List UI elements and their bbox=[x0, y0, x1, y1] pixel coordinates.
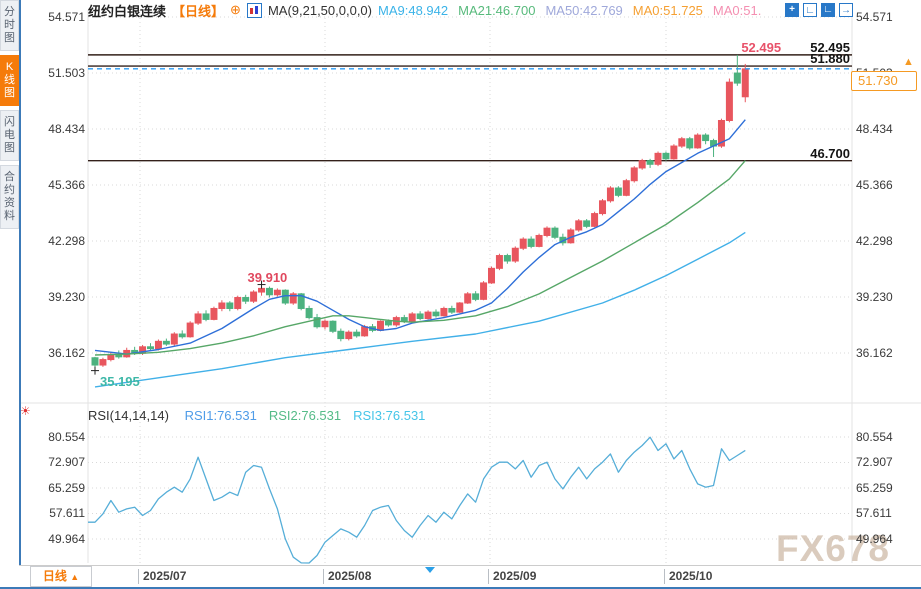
rsi-header: RSI(14,14,14) RSI1:76.531 RSI2:76.531 RSI3… bbox=[88, 408, 425, 423]
rsi-axis-label: 65.259 bbox=[30, 482, 85, 495]
ma-value: MA21:46.700 bbox=[458, 3, 535, 18]
price-annotation: 39.910 bbox=[248, 270, 288, 285]
price-annotation: 52.495 bbox=[741, 40, 781, 55]
sidebar-divider bbox=[19, 0, 21, 589]
rsi-axis-label: 80.554 bbox=[30, 431, 85, 444]
chart-toolbar: + ∟ ∟ → bbox=[785, 3, 853, 17]
ma-values: MA9:48.942 MA21:46.700 MA50:42.769 MA0:51.7… bbox=[378, 3, 771, 18]
chart-header: 纽约白银连续 【日线】 ⊕ MA(9,21,50,0,0,0) MA9:48.9… bbox=[88, 1, 771, 19]
rsi-axis-label: 65.259 bbox=[856, 482, 916, 495]
y-axis-label: 39.230 bbox=[30, 291, 85, 304]
y-axis-label: 54.571 bbox=[856, 11, 916, 24]
period-arrow-icon: ▲ bbox=[70, 572, 79, 582]
rsi-axis-label: 80.554 bbox=[856, 431, 916, 444]
y-axis-label: 36.162 bbox=[30, 347, 85, 360]
period-label: 日线 bbox=[43, 569, 67, 583]
rsi-value: RSI3:76.531 bbox=[353, 408, 425, 423]
x-axis-label: 2025/10 bbox=[664, 569, 712, 584]
sidebar: 分时图 K线图 闪电图 合约资料 bbox=[0, 0, 19, 589]
pan-icon[interactable]: + bbox=[785, 3, 799, 17]
sidebar-tab-lightning-chart[interactable]: 闪电图 bbox=[0, 110, 19, 161]
y-axis-label: 51.503 bbox=[30, 67, 85, 80]
rsi-axis-label: 49.964 bbox=[856, 533, 916, 546]
y-axis-label: 48.434 bbox=[856, 123, 916, 136]
rsi-axis-label: 72.907 bbox=[30, 456, 85, 469]
move-axis-icon[interactable]: ∟ bbox=[821, 3, 835, 17]
level-price-label: 46.700 bbox=[760, 147, 850, 160]
y-axis-label: 48.434 bbox=[30, 123, 85, 136]
add-indicator-icon[interactable]: ⊕ bbox=[230, 2, 241, 18]
x-axis-bar: 日线 ▲ 2025/07 2025/08 2025/09 2025/10 bbox=[19, 565, 921, 588]
ma-value: MA0:51.725 bbox=[633, 3, 703, 18]
rsi-axis-label: 72.907 bbox=[856, 456, 916, 469]
symbol-name: 纽约白银连续 bbox=[88, 1, 166, 20]
current-price-tag: 51.730 bbox=[851, 71, 917, 91]
y-axis-label: 42.298 bbox=[856, 235, 916, 248]
rsi-chart-area[interactable] bbox=[88, 428, 852, 563]
indicator-settings-icon[interactable]: ☀ bbox=[20, 404, 31, 418]
price-up-arrow-icon: ▲ bbox=[903, 56, 914, 68]
y-axis-label: 54.571 bbox=[30, 11, 85, 24]
rsi-value: RSI1:76.531 bbox=[185, 408, 257, 423]
period-selector[interactable]: 日线 ▲ bbox=[30, 566, 92, 587]
y-axis-label: 45.366 bbox=[30, 179, 85, 192]
y-axis-label: 45.366 bbox=[856, 179, 916, 192]
rsi-axis-label: 57.611 bbox=[856, 507, 916, 520]
detach-icon[interactable]: → bbox=[839, 3, 853, 17]
rsi-title: RSI(14,14,14) bbox=[88, 408, 169, 423]
price-annotation: 35.195 bbox=[100, 374, 140, 389]
rsi-value: RSI2:76.531 bbox=[269, 408, 341, 423]
period-tag[interactable]: 【日线】 bbox=[172, 1, 224, 20]
ma-settings-icon[interactable] bbox=[247, 3, 262, 18]
sidebar-tab-time-chart[interactable]: 分时图 bbox=[0, 0, 19, 51]
y-axis-label: 39.230 bbox=[856, 291, 916, 304]
main-chart-area[interactable] bbox=[88, 10, 852, 402]
ma-value: MA9:48.942 bbox=[378, 3, 448, 18]
chart-app-window: 分时图 K线图 闪电图 合约资料 纽约白银连续 【日线】 ⊕ MA(9,21,5… bbox=[0, 0, 921, 589]
scale-axis-icon[interactable]: ∟ bbox=[803, 3, 817, 17]
ma-formula-label: MA(9,21,50,0,0,0) bbox=[268, 3, 372, 18]
collapse-axis-icon[interactable] bbox=[425, 567, 435, 573]
y-axis-label: 36.162 bbox=[856, 347, 916, 360]
ma-value: MA0:51. bbox=[713, 3, 761, 18]
x-axis-label: 2025/08 bbox=[323, 569, 371, 584]
rsi-axis-label: 57.611 bbox=[30, 507, 85, 520]
rsi-axis-label: 49.964 bbox=[30, 533, 85, 546]
y-axis-label: 42.298 bbox=[30, 235, 85, 248]
sidebar-tab-kline-chart[interactable]: K线图 bbox=[0, 55, 19, 106]
x-axis-label: 2025/09 bbox=[488, 569, 536, 584]
rsi-values: RSI1:76.531 RSI2:76.531 RSI3:76.531 bbox=[173, 408, 426, 423]
x-axis-label: 2025/07 bbox=[138, 569, 186, 584]
sidebar-tab-contract-info[interactable]: 合约资料 bbox=[0, 165, 19, 229]
ma-value: MA50:42.769 bbox=[545, 3, 622, 18]
